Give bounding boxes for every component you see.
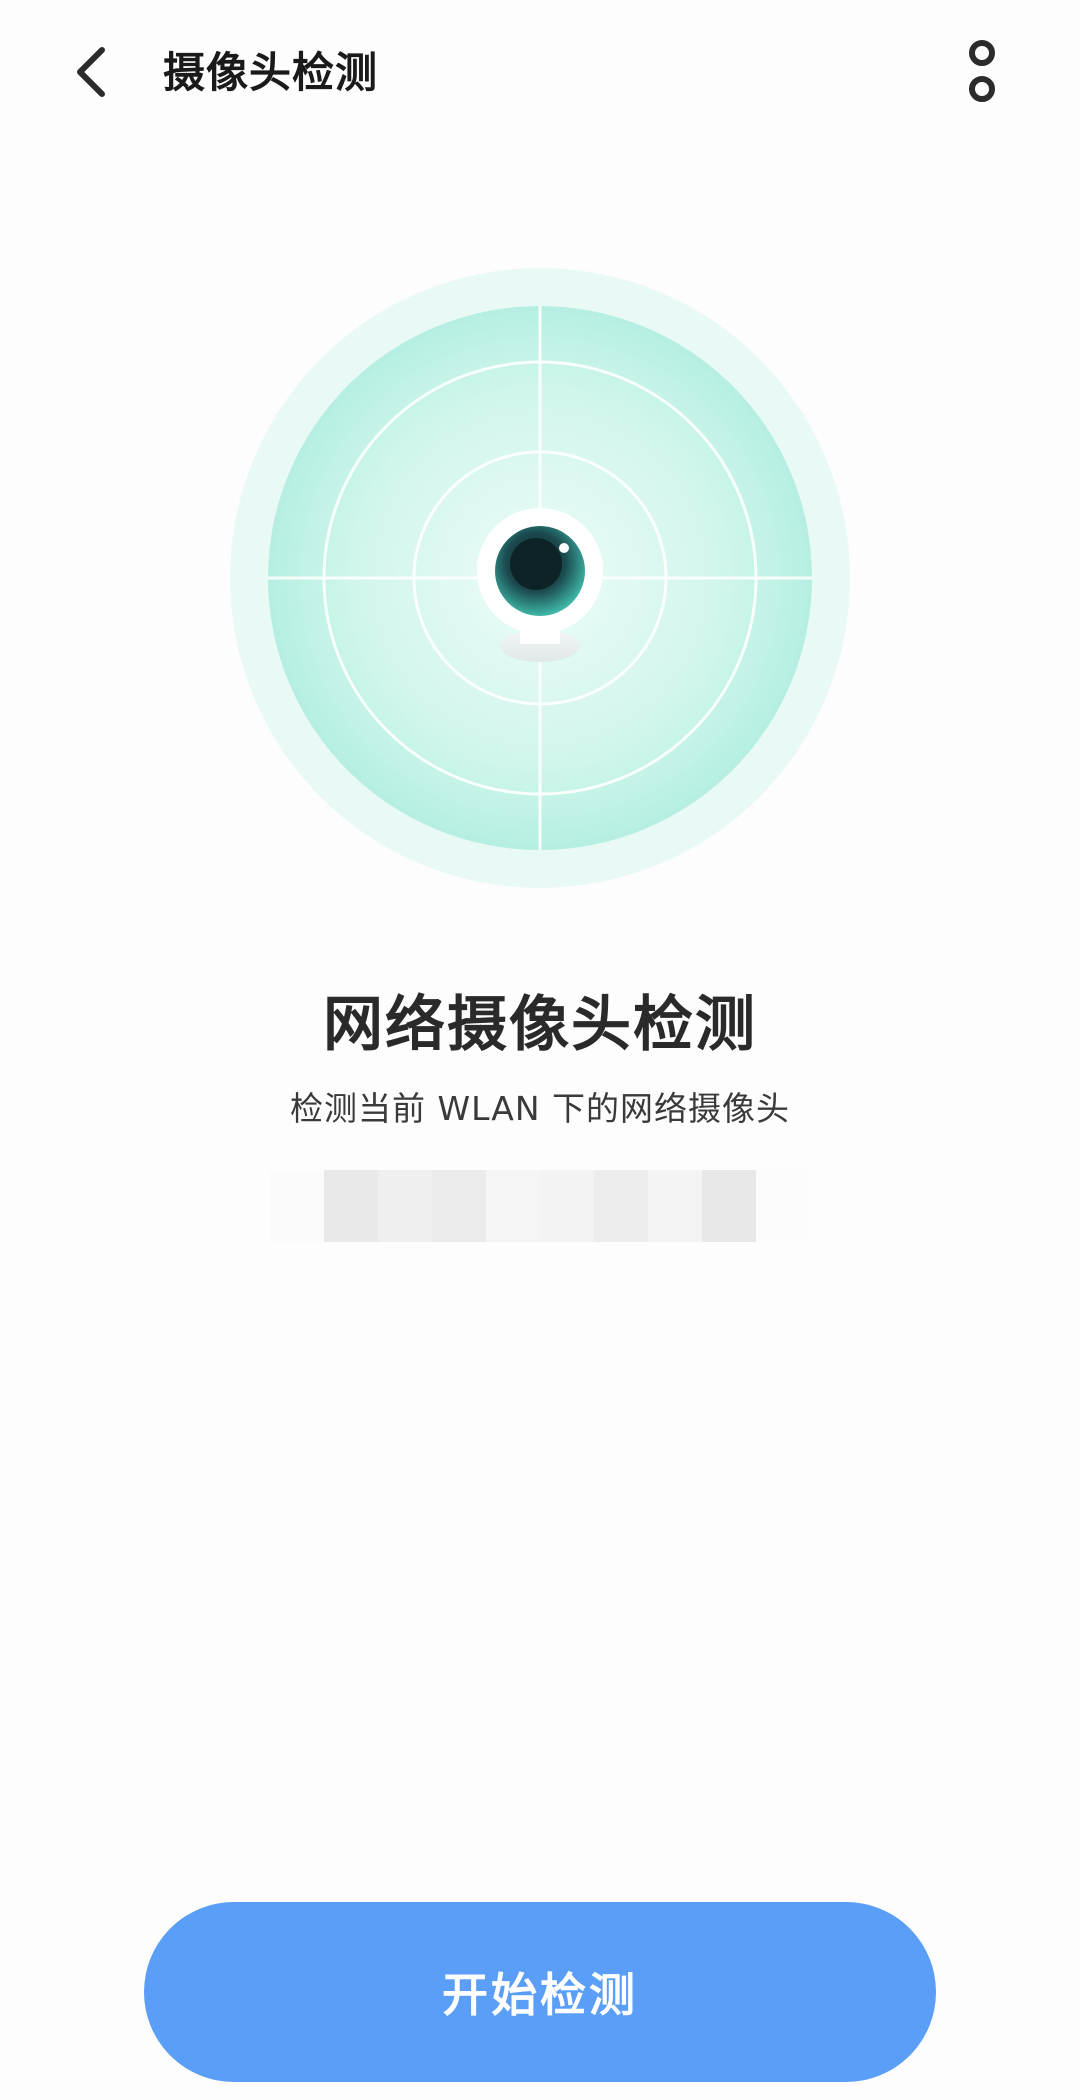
back-button[interactable] xyxy=(60,36,124,108)
radar-illustration xyxy=(230,268,850,888)
feature-heading: 网络摄像头检测 xyxy=(323,990,757,1060)
start-detection-button[interactable]: 开始检测 xyxy=(144,1902,936,2082)
camera-detection-screen: 摄像头检测 网络摄像头检测 检测当前 WLAN 下的网络摄像头 开始检测 xyxy=(0,0,1080,2100)
more-options-button[interactable] xyxy=(950,36,1014,108)
chevron-left-icon xyxy=(77,47,105,97)
redacted-info xyxy=(270,1170,810,1242)
feature-description: 检测当前 WLAN 下的网络摄像头 xyxy=(289,1089,790,1128)
top-bar: 摄像头检测 xyxy=(0,0,1080,140)
more-vertical-icon xyxy=(969,40,995,102)
page-title: 摄像头检测 xyxy=(163,48,379,97)
